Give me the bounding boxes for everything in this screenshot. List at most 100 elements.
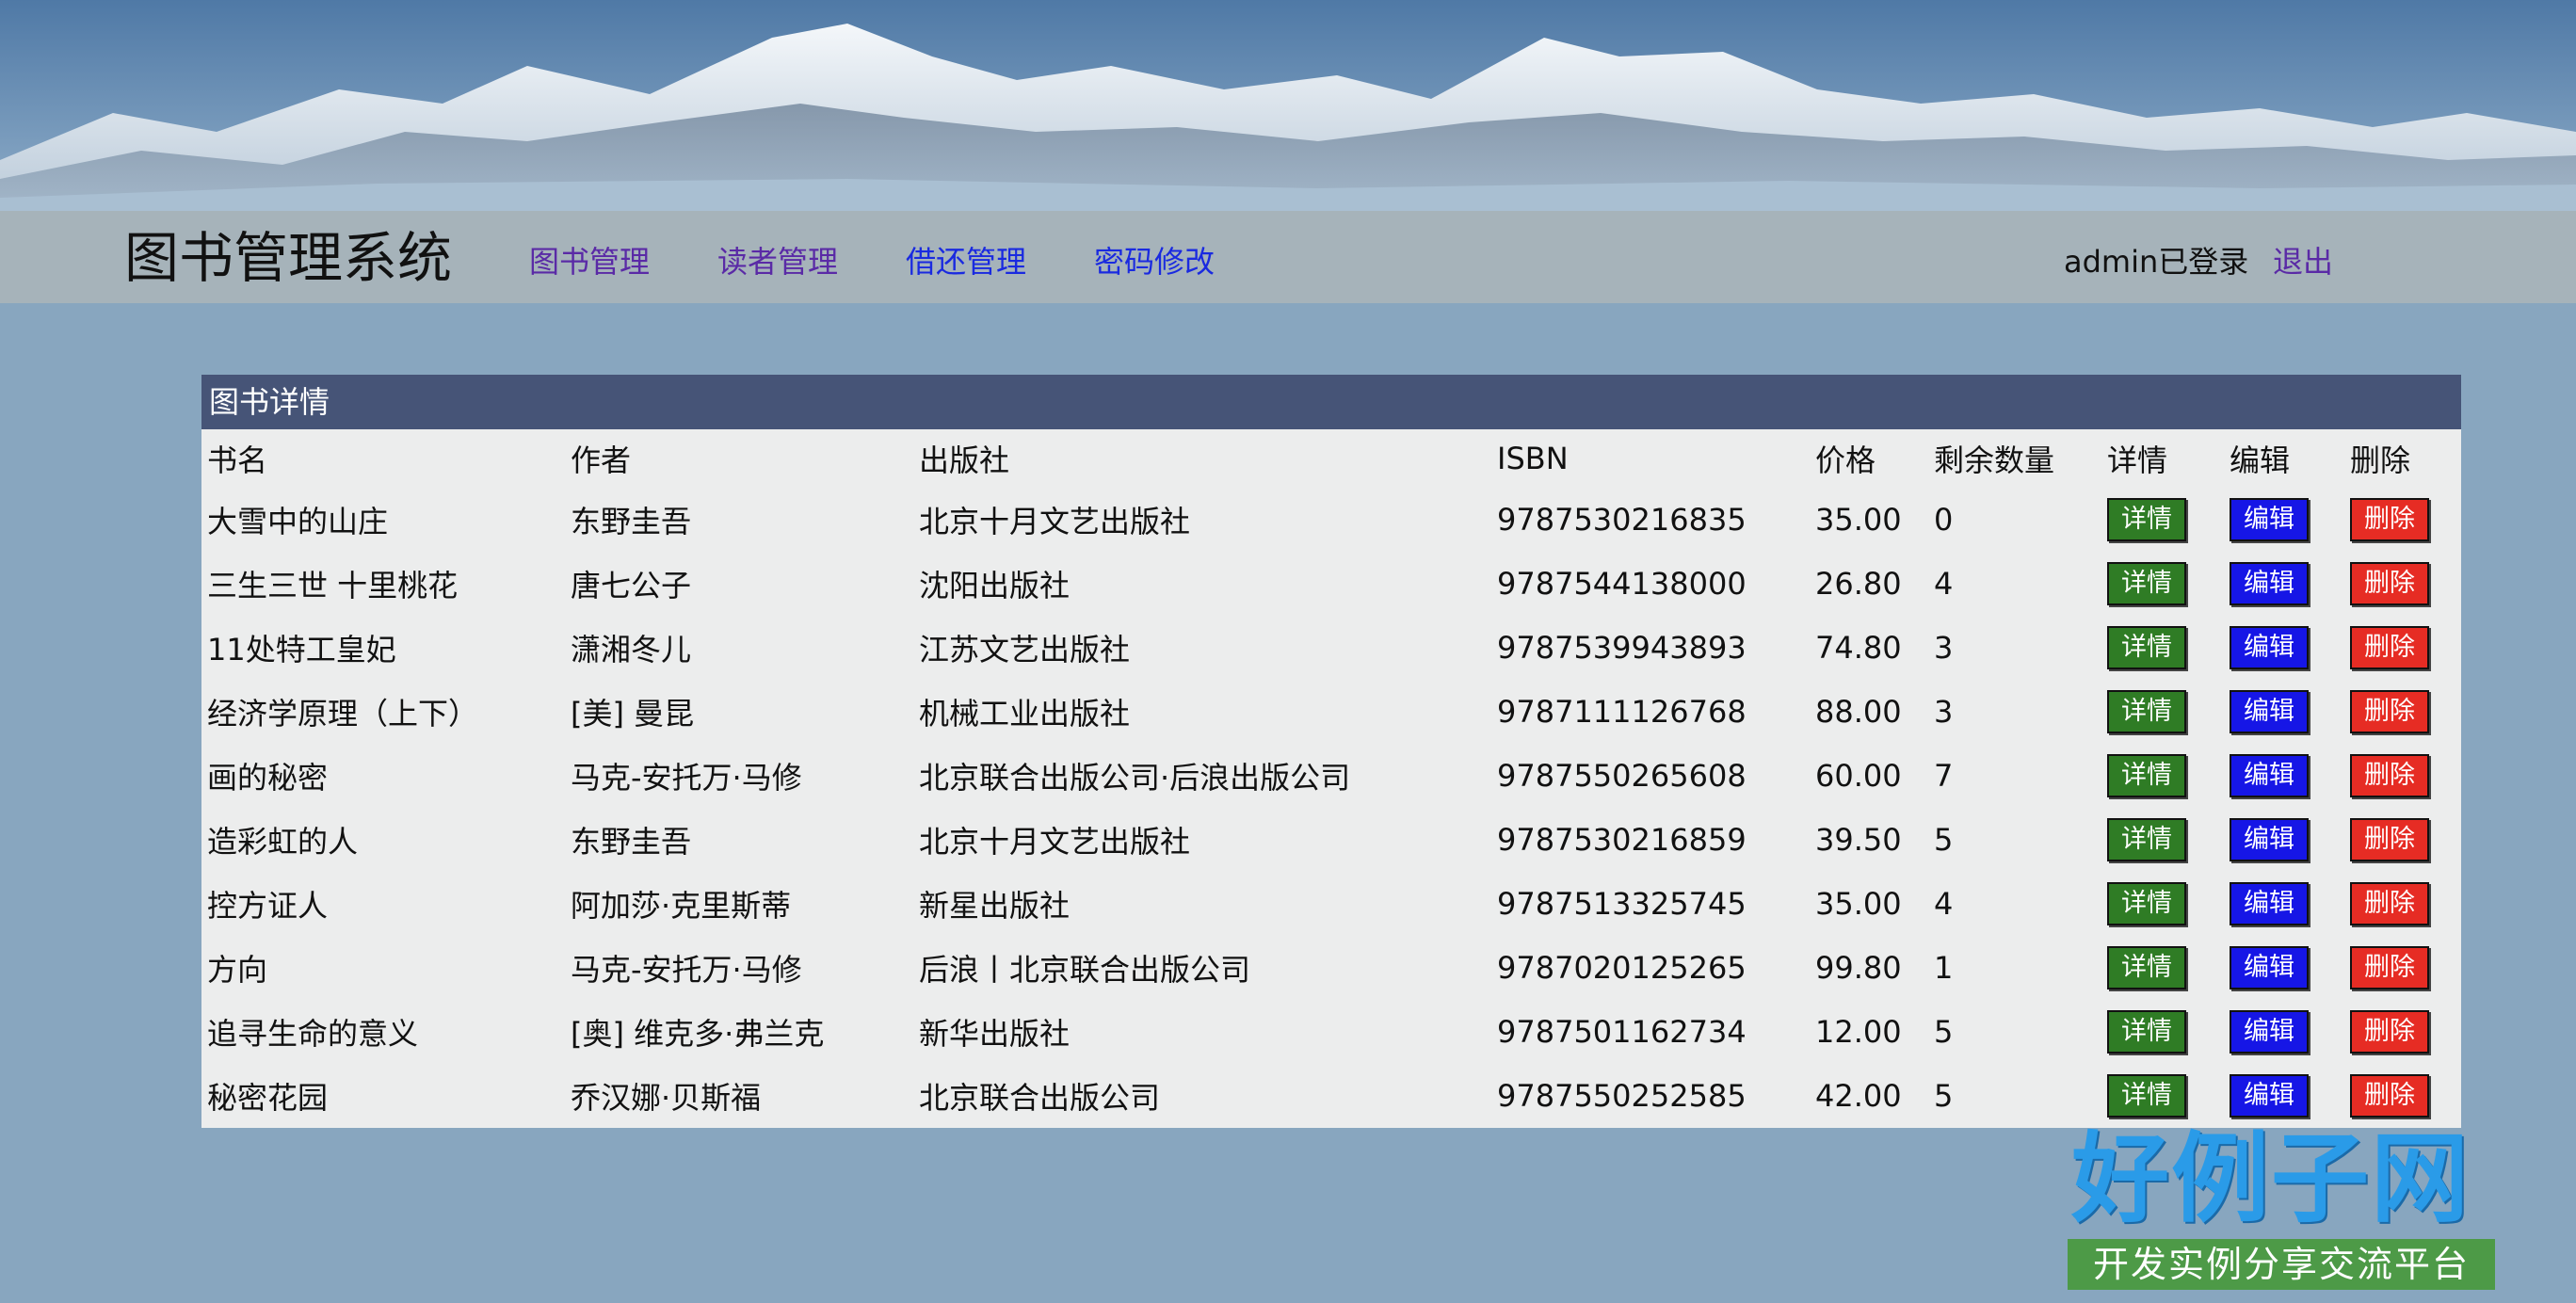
edit-button[interactable]: 编辑 [2230, 626, 2309, 669]
book-author: [奥] 维克多·弗兰克 [571, 1016, 825, 1052]
book-title: 经济学原理（上下） [207, 696, 479, 732]
edit-button[interactable]: 编辑 [2230, 562, 2309, 605]
book-stock: 5 [1934, 1078, 1954, 1114]
delete-button[interactable]: 删除 [2350, 562, 2429, 605]
book-price: 88.00 [1815, 694, 1902, 730]
edit-button[interactable]: 编辑 [2230, 754, 2309, 797]
book-isbn: 9787513325745 [1497, 886, 1747, 922]
logout-link[interactable]: 退出 [2273, 245, 2333, 279]
book-title: 造彩虹的人 [207, 824, 359, 860]
detail-button[interactable]: 详情 [2107, 1074, 2186, 1118]
delete-button-cell: 删除 [2344, 680, 2461, 744]
delete-button[interactable]: 删除 [2350, 1074, 2429, 1118]
book-stock: 5 [1934, 1014, 1954, 1050]
table-row: 造彩虹的人 东野圭吾 北京十月文艺出版社 9787530216859 39.50 5 详情 编… [201, 808, 2461, 872]
detail-button[interactable]: 详情 [2107, 754, 2186, 797]
edit-button[interactable]: 编辑 [2230, 1010, 2309, 1054]
nav-reader-management[interactable]: 读者管理 [717, 245, 838, 279]
book-stock: 3 [1934, 630, 1954, 666]
book-title: 画的秘密 [207, 760, 329, 796]
table-row: 控方证人 阿加莎·克里斯蒂 新星出版社 9787513325745 35.00 4 详情 编辑… [201, 872, 2461, 936]
detail-button-cell: 详情 [2101, 1064, 2224, 1128]
delete-button[interactable]: 删除 [2350, 882, 2429, 925]
book-isbn: 9787020125265 [1497, 950, 1747, 986]
table-row: 大雪中的山庄 东野圭吾 北京十月文艺出版社 9787530216835 35.00 0 详情… [201, 488, 2461, 552]
detail-button-cell: 详情 [2101, 552, 2224, 616]
book-publisher: 北京十月文艺出版社 [919, 824, 1191, 860]
detail-button[interactable]: 详情 [2107, 690, 2186, 733]
column-header-price: 价格 [1815, 442, 1876, 478]
detail-button[interactable]: 详情 [2107, 626, 2186, 669]
edit-button[interactable]: 编辑 [2230, 882, 2309, 925]
book-price: 39.50 [1815, 822, 1902, 858]
delete-button[interactable]: 删除 [2350, 946, 2429, 989]
table-header-row: 书名 作者 出版社 ISBN 价格 剩余数量 详情 编辑 删除 [201, 429, 2461, 488]
edit-button-cell: 编辑 [2224, 488, 2344, 552]
edit-button[interactable]: 编辑 [2230, 1074, 2309, 1118]
header-banner-image [0, 0, 2576, 211]
book-price: 12.00 [1815, 1014, 1902, 1050]
column-header-author: 作者 [571, 442, 632, 478]
delete-button[interactable]: 删除 [2350, 818, 2429, 861]
delete-button[interactable]: 删除 [2350, 1010, 2429, 1054]
detail-button-cell: 详情 [2101, 488, 2224, 552]
edit-button-cell: 编辑 [2224, 744, 2344, 808]
edit-button-cell: 编辑 [2224, 552, 2344, 616]
book-publisher: 后浪丨北京联合出版公司 [919, 952, 1251, 988]
delete-button[interactable]: 删除 [2350, 498, 2429, 541]
delete-button[interactable]: 删除 [2350, 626, 2429, 669]
column-header-edit: 编辑 [2230, 442, 2291, 478]
book-title: 大雪中的山庄 [207, 504, 389, 539]
detail-button[interactable]: 详情 [2107, 946, 2186, 989]
nav-borrow-return[interactable]: 借还管理 [906, 245, 1026, 279]
detail-button-cell: 详情 [2101, 680, 2224, 744]
edit-button[interactable]: 编辑 [2230, 690, 2309, 733]
book-author: 马克-安托万·马修 [571, 760, 802, 796]
book-isbn: 9787550252585 [1497, 1078, 1747, 1114]
detail-button[interactable]: 详情 [2107, 562, 2186, 605]
book-stock: 4 [1934, 566, 1954, 602]
top-nav-bar: 图书管理系统 图书管理 读者管理 借还管理 密码修改 admin已登录 退出 [0, 211, 2576, 303]
book-price: 35.00 [1815, 886, 1902, 922]
column-header-isbn: ISBN [1497, 441, 1569, 476]
table-row: 11处特工皇妃 潇湘冬儿 江苏文艺出版社 9787539943893 74.80 3 详情 编… [201, 616, 2461, 680]
book-author: 乔汉娜·贝斯福 [571, 1080, 762, 1116]
nav-change-password[interactable]: 密码修改 [1094, 245, 1215, 279]
column-header-stock: 剩余数量 [1934, 442, 2055, 478]
logo-tagline: 开发实例分享交流平台 [2068, 1239, 2495, 1290]
edit-button[interactable]: 编辑 [2230, 946, 2309, 989]
delete-button[interactable]: 删除 [2350, 754, 2429, 797]
book-isbn: 9787530216859 [1497, 822, 1747, 858]
edit-button-cell: 编辑 [2224, 616, 2344, 680]
book-author: 唐七公子 [571, 568, 692, 603]
logo-main-text: 好例子网 [2071, 1120, 2471, 1236]
book-title: 方向 [207, 952, 268, 988]
column-header-title: 书名 [207, 442, 268, 478]
book-isbn: 9787530216835 [1497, 502, 1747, 538]
nav-book-management[interactable]: 图书管理 [529, 245, 650, 279]
book-price: 26.80 [1815, 566, 1902, 602]
book-price: 35.00 [1815, 502, 1902, 538]
delete-button[interactable]: 删除 [2350, 690, 2429, 733]
detail-button[interactable]: 详情 [2107, 882, 2186, 925]
login-status: admin已登录 [2064, 244, 2249, 280]
delete-button-cell: 删除 [2344, 1000, 2461, 1064]
edit-button[interactable]: 编辑 [2230, 818, 2309, 861]
detail-button[interactable]: 详情 [2107, 498, 2186, 541]
site-logo: 好例子网 开发实例分享交流平台 [2068, 1126, 2501, 1295]
table-row: 方向 马克-安托万·马修 后浪丨北京联合出版公司 9787020125265 99.80… [201, 936, 2461, 1000]
book-publisher: 新星出版社 [919, 888, 1071, 924]
book-author: 阿加莎·克里斯蒂 [571, 888, 792, 924]
book-stock: 3 [1934, 694, 1954, 730]
detail-button-cell: 详情 [2101, 872, 2224, 936]
book-isbn: 9787550265608 [1497, 758, 1747, 794]
detail-button[interactable]: 详情 [2107, 818, 2186, 861]
edit-button[interactable]: 编辑 [2230, 498, 2309, 541]
book-stock: 4 [1934, 886, 1954, 922]
book-stock: 1 [1934, 950, 1954, 986]
edit-button-cell: 编辑 [2224, 680, 2344, 744]
detail-button[interactable]: 详情 [2107, 1010, 2186, 1054]
book-title: 追寻生命的意义 [207, 1016, 419, 1052]
book-author: [美] 曼昆 [571, 696, 695, 732]
book-title: 三生三世 十里桃花 [207, 568, 459, 603]
